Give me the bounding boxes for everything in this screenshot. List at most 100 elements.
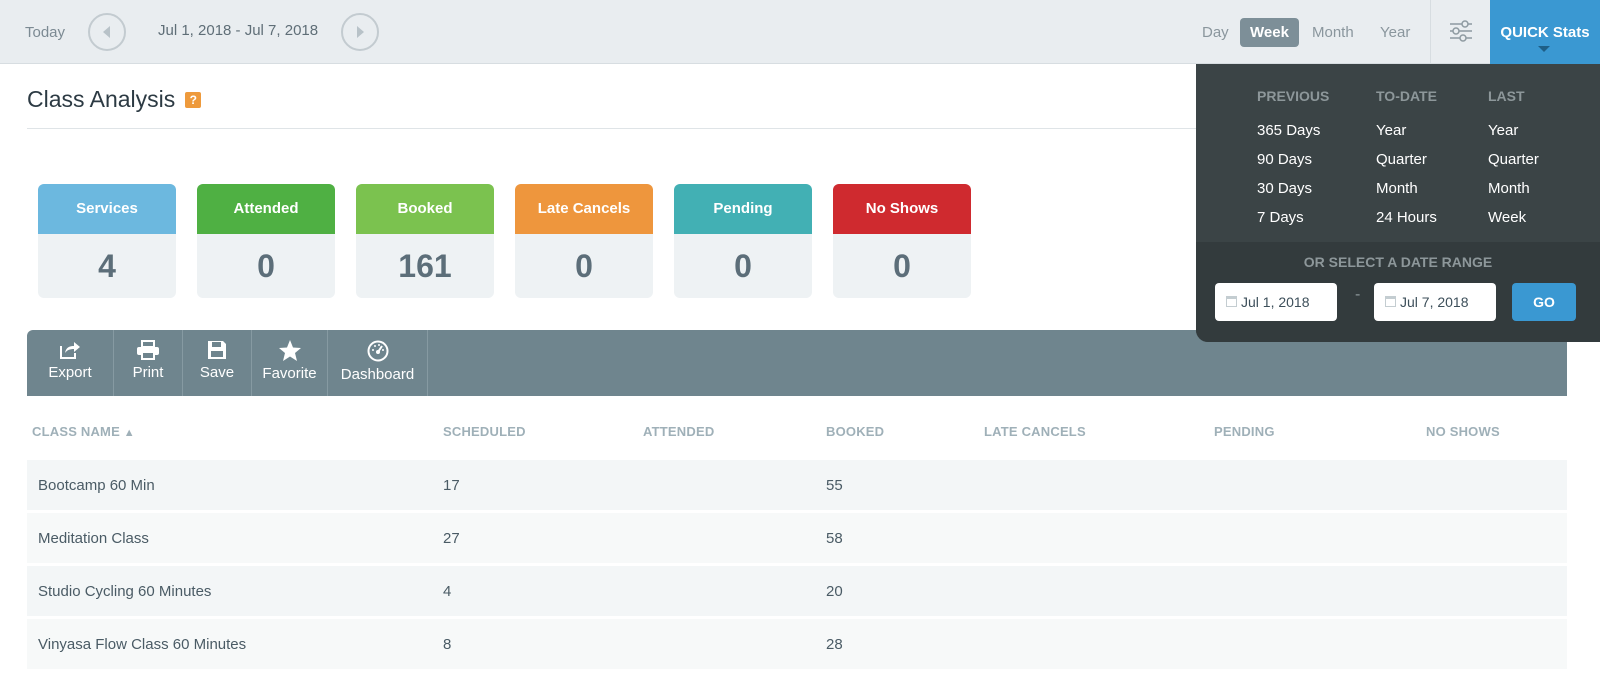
save-button[interactable]: Save (183, 330, 252, 396)
sliders-icon (1450, 20, 1472, 42)
stat-card-label: No Shows (833, 184, 971, 234)
stat-card-value: 0 (893, 248, 911, 284)
last-week[interactable]: Week (1488, 209, 1526, 226)
quick-stats-dropdown: PREVIOUS TO-DATE LAST 365 Days 90 Days 3… (1196, 64, 1600, 342)
stat-card-label: Late Cancels (515, 184, 653, 234)
to-date-24-hours[interactable]: 24 Hours (1376, 209, 1437, 226)
class-name-cell[interactable]: Bootcamp 60 Min (38, 477, 155, 494)
last-header: LAST (1488, 88, 1525, 104)
page-title: Class Analysis (27, 86, 176, 112)
calendar-icon (1385, 296, 1396, 307)
printer-icon (137, 340, 159, 360)
previous-7-days[interactable]: 7 Days (1257, 209, 1304, 226)
booked-cell: 20 (826, 583, 843, 600)
last-quarter[interactable]: Quarter (1488, 151, 1539, 168)
class-name-cell[interactable]: Studio Cycling 60 Minutes (38, 583, 211, 600)
table-row[interactable]: Meditation Class 27 58 (27, 513, 1567, 563)
dashboard-button[interactable]: Dashboard (328, 330, 428, 396)
previous-365-days[interactable]: 365 Days (1257, 122, 1320, 139)
table-row[interactable]: Vinyasa Flow Class 60 Minutes 8 28 (27, 619, 1567, 669)
stat-card-value: 0 (575, 248, 593, 284)
stat-card-services[interactable]: Services 4 (38, 184, 176, 298)
print-button[interactable]: Print (114, 330, 183, 396)
gauge-icon (367, 340, 388, 362)
previous-header: PREVIOUS (1257, 88, 1330, 104)
dashboard-label: Dashboard (340, 366, 415, 383)
top-bar: Today Jul 1, 2018 - Jul 7, 2018 Day Week… (0, 0, 1600, 64)
date-range-label: OR SELECT A DATE RANGE (1303, 254, 1493, 270)
stat-card-label: Pending (674, 184, 812, 234)
period-year[interactable]: Year (1380, 24, 1410, 41)
column-header-no-shows[interactable]: NO SHOWS (1426, 424, 1500, 439)
booked-cell: 55 (826, 477, 843, 494)
favorite-button[interactable]: Favorite (252, 330, 328, 396)
stat-card-label: Services (38, 184, 176, 234)
scheduled-cell: 4 (443, 583, 452, 600)
previous-30-days[interactable]: 30 Days (1257, 180, 1312, 197)
column-header-class-name[interactable]: CLASS NAME ▲ (32, 424, 135, 439)
filter-settings-button[interactable] (1430, 0, 1490, 64)
stat-card-no-shows[interactable]: No Shows 0 (833, 184, 971, 298)
period-month[interactable]: Month (1312, 24, 1354, 41)
save-label: Save (199, 364, 235, 381)
quick-stats-label: QUICK Stats (1500, 24, 1590, 41)
calendar-icon (1226, 296, 1237, 307)
next-period-button[interactable] (341, 13, 379, 51)
stat-card-booked[interactable]: Booked 161 (356, 184, 494, 298)
favorite-label: Favorite (262, 365, 317, 382)
stat-card-value: 4 (98, 248, 116, 284)
stat-card-value: 0 (257, 248, 275, 284)
stat-card-value: 161 (398, 248, 452, 284)
to-date-year[interactable]: Year (1376, 122, 1406, 139)
column-header-scheduled[interactable]: SCHEDULED (443, 424, 526, 439)
scheduled-cell: 17 (443, 477, 460, 494)
sort-ascending-icon: ▲ (123, 427, 135, 439)
floppy-disk-icon (208, 341, 226, 359)
column-header-late-cancels[interactable]: LATE CANCELS (984, 424, 1086, 439)
go-button[interactable]: GO (1512, 283, 1576, 321)
last-year[interactable]: Year (1488, 122, 1518, 139)
arrow-left-icon (103, 26, 110, 38)
table-row[interactable]: Studio Cycling 60 Minutes 4 20 (27, 566, 1567, 616)
to-date-quarter[interactable]: Quarter (1376, 151, 1427, 168)
stat-card-attended[interactable]: Attended 0 (197, 184, 335, 298)
export-label: Export (48, 364, 92, 381)
range-separator: - (1355, 286, 1361, 303)
previous-90-days[interactable]: 90 Days (1257, 151, 1312, 168)
arrow-right-icon (357, 26, 364, 38)
to-date-month[interactable]: Month (1376, 180, 1418, 197)
stat-card-pending[interactable]: Pending 0 (674, 184, 812, 298)
to-date-header: TO-DATE (1376, 88, 1437, 104)
share-icon (60, 342, 80, 359)
scheduled-cell: 8 (443, 636, 452, 653)
scheduled-cell: 27 (443, 530, 460, 547)
stat-card-value: 0 (734, 248, 752, 284)
last-month[interactable]: Month (1488, 180, 1530, 197)
class-name-cell[interactable]: Meditation Class (38, 530, 149, 547)
star-icon (278, 340, 301, 361)
start-date-value: Jul 1, 2018 (1241, 294, 1310, 310)
today-button[interactable]: Today (25, 24, 65, 41)
caret-down-icon (1538, 46, 1550, 52)
start-date-input[interactable]: Jul 1, 2018 (1215, 283, 1337, 321)
quick-stats-button[interactable]: QUICK Stats (1490, 0, 1600, 64)
stat-card-late-cancels[interactable]: Late Cancels 0 (515, 184, 653, 298)
end-date-value: Jul 7, 2018 (1400, 294, 1469, 310)
end-date-input[interactable]: Jul 7, 2018 (1374, 283, 1496, 321)
class-name-cell[interactable]: Vinyasa Flow Class 60 Minutes (38, 636, 246, 653)
booked-cell: 28 (826, 636, 843, 653)
help-icon[interactable]: ? (185, 92, 202, 108)
table-row[interactable]: Bootcamp 60 Min 17 55 (27, 460, 1567, 510)
column-header-booked[interactable]: BOOKED (826, 424, 884, 439)
date-range-label: Jul 1, 2018 - Jul 7, 2018 (158, 22, 319, 39)
period-day[interactable]: Day (1202, 24, 1229, 41)
stat-card-label: Attended (197, 184, 335, 234)
export-button[interactable]: Export (27, 330, 114, 396)
period-week[interactable]: Week (1240, 18, 1299, 47)
print-label: Print (132, 364, 164, 381)
booked-cell: 58 (826, 530, 843, 547)
column-header-pending[interactable]: PENDING (1214, 424, 1275, 439)
stat-card-label: Booked (356, 184, 494, 234)
column-header-attended[interactable]: ATTENDED (643, 424, 714, 439)
previous-period-button[interactable] (88, 13, 126, 51)
